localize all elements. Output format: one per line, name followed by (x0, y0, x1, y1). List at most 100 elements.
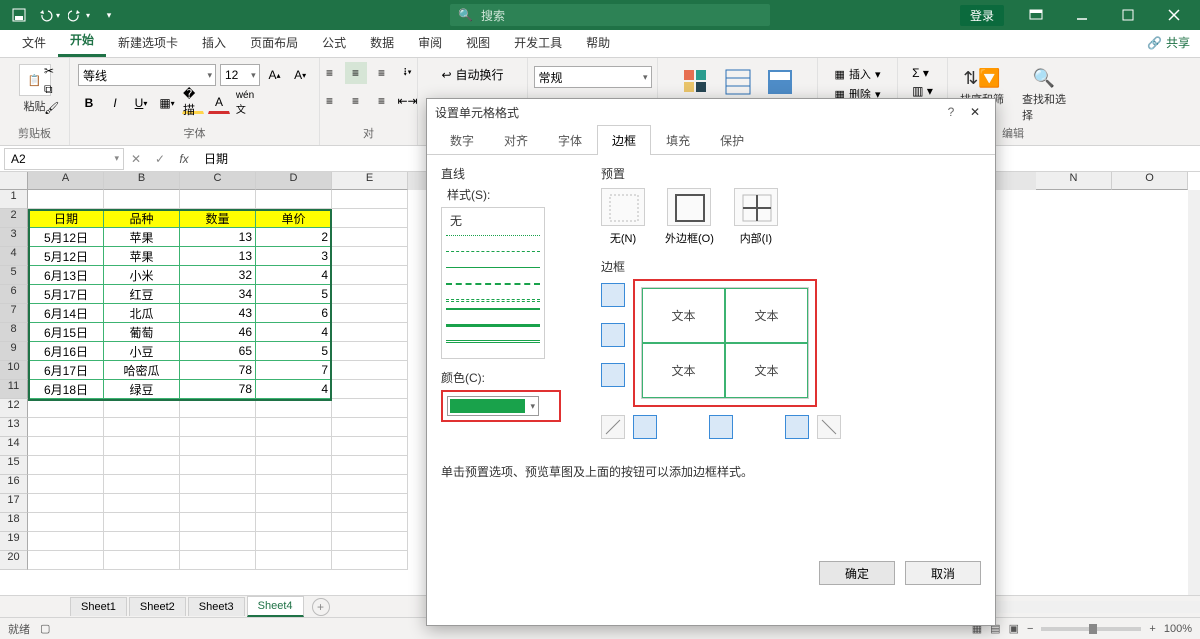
cell[interactable] (104, 532, 180, 551)
cell[interactable] (332, 266, 408, 285)
undo-icon[interactable]: ▾ (36, 3, 62, 27)
preset-outline[interactable]: 外边框(O) (665, 188, 714, 246)
cell[interactable] (28, 551, 104, 570)
row-header[interactable]: 7 (0, 304, 28, 323)
minimize-icon[interactable] (1060, 0, 1104, 30)
autosum-icon[interactable]: Σ ▾ (912, 66, 933, 80)
style-medium[interactable] (446, 308, 540, 318)
cell[interactable]: 苹果 (104, 228, 180, 247)
preset-none[interactable]: 无(N) (601, 188, 645, 246)
dlg-tab-font[interactable]: 字体 (543, 125, 597, 155)
cell[interactable] (180, 418, 256, 437)
cell[interactable] (332, 342, 408, 361)
cell[interactable] (28, 399, 104, 418)
cell[interactable] (28, 437, 104, 456)
cell[interactable]: 13 (180, 247, 256, 266)
tab-insert[interactable]: 插入 (190, 28, 238, 57)
row-header[interactable]: 6 (0, 285, 28, 304)
enter-formula-icon[interactable]: ✓ (148, 152, 172, 166)
border-right-button[interactable] (785, 415, 809, 439)
row-header[interactable]: 18 (0, 513, 28, 532)
border-diag-down-button[interactable] (817, 415, 841, 439)
cell[interactable] (256, 399, 332, 418)
cell[interactable] (332, 304, 408, 323)
sheet-tab-1[interactable]: Sheet1 (70, 597, 127, 616)
row-header[interactable]: 14 (0, 437, 28, 456)
font-color-icon[interactable]: A (208, 92, 230, 114)
dialog-close-icon[interactable]: ✕ (963, 105, 987, 119)
cell[interactable] (256, 551, 332, 570)
cell[interactable] (28, 513, 104, 532)
cut-icon[interactable]: ✂ (44, 64, 59, 78)
cell[interactable] (180, 532, 256, 551)
name-box[interactable]: A2 (4, 148, 124, 170)
cell[interactable]: 32 (180, 266, 256, 285)
cell[interactable] (28, 418, 104, 437)
font-size-combo[interactable]: 12 (220, 64, 260, 86)
style-dashed[interactable] (446, 251, 540, 261)
cell[interactable]: 5月17日 (28, 285, 104, 304)
row-header[interactable]: 20 (0, 551, 28, 570)
orientation-icon[interactable]: ⭭▾ (397, 62, 419, 84)
cell[interactable]: 4 (256, 380, 332, 399)
cell[interactable]: 78 (180, 380, 256, 399)
cell[interactable]: 65 (180, 342, 256, 361)
cell[interactable] (104, 513, 180, 532)
row-header[interactable]: 5 (0, 266, 28, 285)
row-header[interactable]: 13 (0, 418, 28, 437)
col-header-D[interactable]: D (256, 172, 332, 190)
fill-icon[interactable]: ▥ ▾ (912, 84, 933, 98)
style-dash-thick[interactable] (446, 283, 540, 293)
dlg-tab-fill[interactable]: 填充 (651, 125, 705, 155)
border-left-button[interactable] (633, 415, 657, 439)
ribbon-display-icon[interactable] (1014, 0, 1058, 30)
qat-customize-icon[interactable]: ▾ (96, 3, 122, 27)
row-header[interactable]: 15 (0, 456, 28, 475)
style-none-option[interactable]: 无 (446, 212, 540, 229)
cell[interactable] (104, 475, 180, 494)
col-header-E[interactable]: E (332, 172, 408, 190)
share-button[interactable]: 🔗 共享 (1147, 34, 1190, 51)
cell[interactable]: 5 (256, 285, 332, 304)
cell[interactable]: 哈密瓜 (104, 361, 180, 380)
wrap-text-icon[interactable]: ↩ (441, 68, 451, 82)
cell[interactable]: 5月12日 (28, 247, 104, 266)
cell[interactable]: 4 (256, 323, 332, 342)
cell[interactable] (332, 456, 408, 475)
cell[interactable] (332, 532, 408, 551)
new-sheet-button[interactable]: + (312, 598, 330, 616)
find-select-button[interactable]: 🔍 查找和选择 (1018, 66, 1070, 125)
cell[interactable] (332, 380, 408, 399)
cell[interactable] (180, 437, 256, 456)
tab-home[interactable]: 开始 (58, 25, 106, 57)
row-header[interactable]: 17 (0, 494, 28, 513)
cell[interactable] (332, 399, 408, 418)
cell[interactable] (180, 475, 256, 494)
dialog-help-icon[interactable]: ? (939, 105, 963, 119)
dlg-tab-border[interactable]: 边框 (597, 125, 651, 155)
cell[interactable] (256, 513, 332, 532)
tab-page-layout[interactable]: 页面布局 (238, 28, 310, 57)
cell[interactable] (104, 456, 180, 475)
cell[interactable]: 6月18日 (28, 380, 104, 399)
cell[interactable]: 46 (180, 323, 256, 342)
ok-button[interactable]: 确定 (819, 561, 895, 585)
cell[interactable]: 小米 (104, 266, 180, 285)
row-header[interactable]: 12 (0, 399, 28, 418)
sheet-tab-4[interactable]: Sheet4 (247, 596, 304, 617)
cell[interactable]: 2 (256, 228, 332, 247)
cell[interactable]: 品种 (104, 209, 180, 228)
cell[interactable] (104, 418, 180, 437)
cancel-button[interactable]: 取消 (905, 561, 981, 585)
cell[interactable]: 数量 (180, 209, 256, 228)
style-thick[interactable] (446, 324, 540, 334)
border-mid-h-button[interactable] (601, 323, 625, 347)
style-double[interactable] (446, 340, 540, 344)
cell[interactable]: 13 (180, 228, 256, 247)
cell[interactable] (256, 190, 332, 209)
view-page-break-icon[interactable]: ▣ (1009, 622, 1019, 635)
row-header[interactable]: 1 (0, 190, 28, 209)
save-icon[interactable] (6, 3, 32, 27)
cell[interactable] (256, 532, 332, 551)
cell[interactable] (332, 361, 408, 380)
